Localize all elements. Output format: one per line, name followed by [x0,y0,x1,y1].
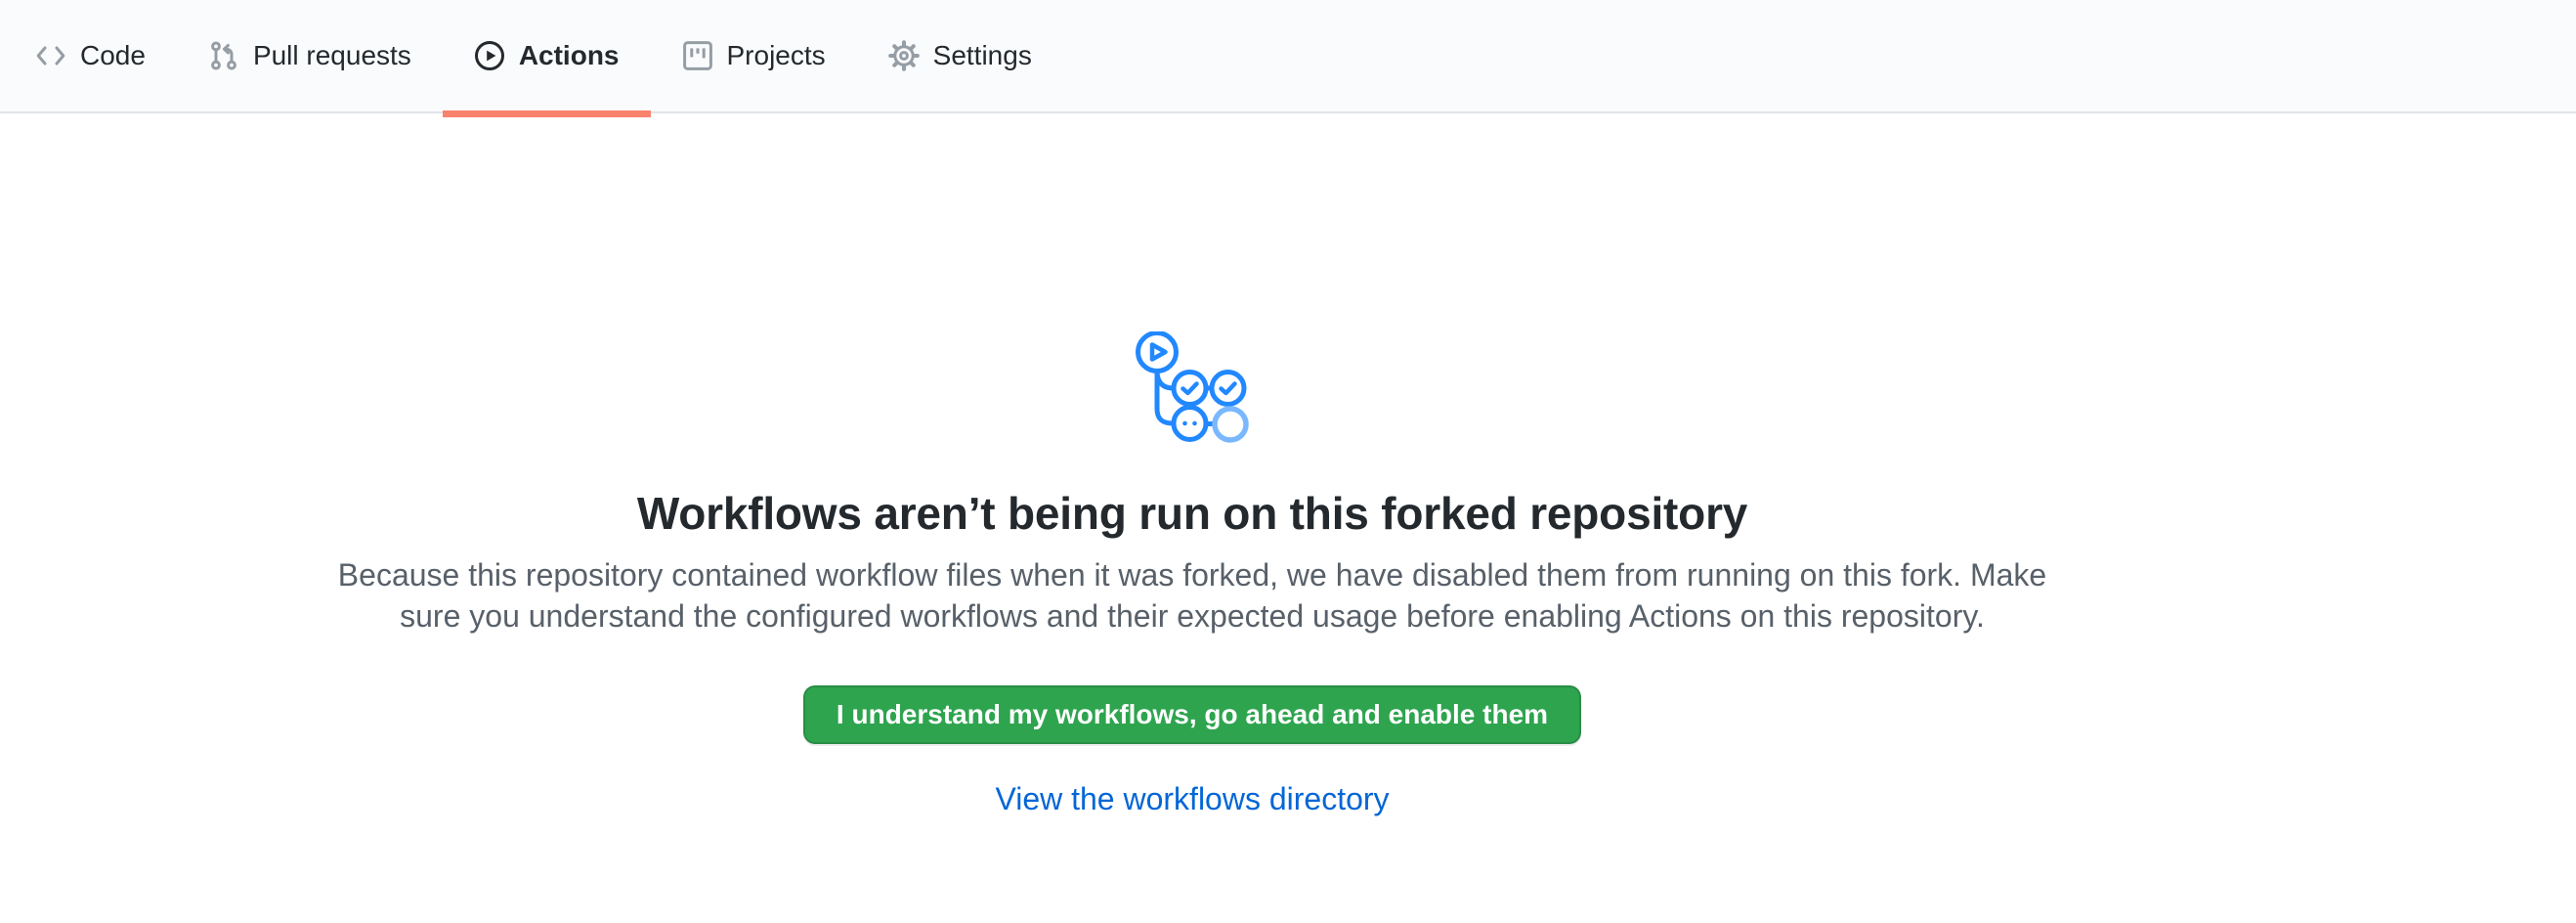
tab-actions[interactable]: Actions [443,0,651,111]
project-icon [682,40,713,71]
tab-settings[interactable]: Settings [857,0,1063,111]
tab-label: Settings [933,40,1032,71]
tab-label: Code [80,40,146,71]
actions-blankslate: Workflows aren’t being run on this forke… [0,113,2576,818]
tab-label: Projects [727,40,826,71]
tab-code[interactable]: Code [4,0,177,111]
pull-request-icon [208,40,239,71]
tab-label: Pull requests [253,40,411,71]
blankslate-heading: Workflows aren’t being run on this forke… [637,486,1747,541]
description-line-2: sure you understand the configured workf… [338,595,2046,637]
view-workflows-directory-link[interactable]: View the workflows directory [995,779,1389,818]
tab-projects[interactable]: Projects [651,0,857,111]
tab-pull-requests[interactable]: Pull requests [177,0,443,111]
enable-workflows-button[interactable]: I understand my workflows, go ahead and … [803,685,1581,744]
gear-icon [888,40,920,71]
code-icon [35,40,66,71]
description-line-1: Because this repository contained workfl… [338,554,2046,595]
play-icon [474,40,505,71]
blankslate-description: Because this repository contained workfl… [338,554,2046,637]
workflow-graph-icon [1136,331,1250,445]
repo-tab-bar: Code Pull requests Actions [0,0,2576,113]
tab-label: Actions [519,40,620,71]
